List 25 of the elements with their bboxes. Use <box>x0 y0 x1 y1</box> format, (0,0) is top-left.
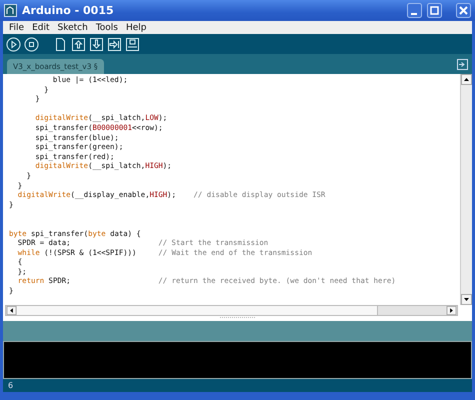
scroll-down-icon[interactable] <box>461 294 472 305</box>
monitor-icon[interactable] <box>125 36 140 52</box>
window-title: Arduino - 0015 <box>22 4 115 17</box>
down-arrow-icon[interactable] <box>89 36 104 52</box>
right-arrow-icon[interactable] <box>107 36 122 52</box>
horizontal-scrollbar[interactable] <box>5 305 458 316</box>
document-icon[interactable] <box>53 36 68 52</box>
scroll-right-icon[interactable] <box>446 306 457 316</box>
vertical-scrollbar[interactable] <box>460 74 472 305</box>
menu-item[interactable]: File <box>5 22 28 32</box>
scroll-left-icon[interactable] <box>6 306 17 316</box>
menu-item[interactable]: Edit <box>28 22 54 32</box>
line-number: 6 <box>8 381 14 390</box>
play-icon[interactable] <box>6 36 21 52</box>
tab-menu-icon[interactable] <box>457 59 468 70</box>
close-button[interactable] <box>456 3 471 18</box>
menu-item[interactable]: Sketch <box>54 22 92 32</box>
scroll-up-icon[interactable] <box>461 74 472 85</box>
maximize-button[interactable] <box>427 3 442 18</box>
menu-item[interactable]: Help <box>122 22 151 32</box>
menu-item[interactable]: Tools <box>92 22 122 32</box>
app-icon <box>4 4 17 17</box>
stop-icon[interactable] <box>24 36 39 52</box>
minimize-button[interactable] <box>407 3 422 18</box>
splitter-grip[interactable] <box>218 316 258 319</box>
